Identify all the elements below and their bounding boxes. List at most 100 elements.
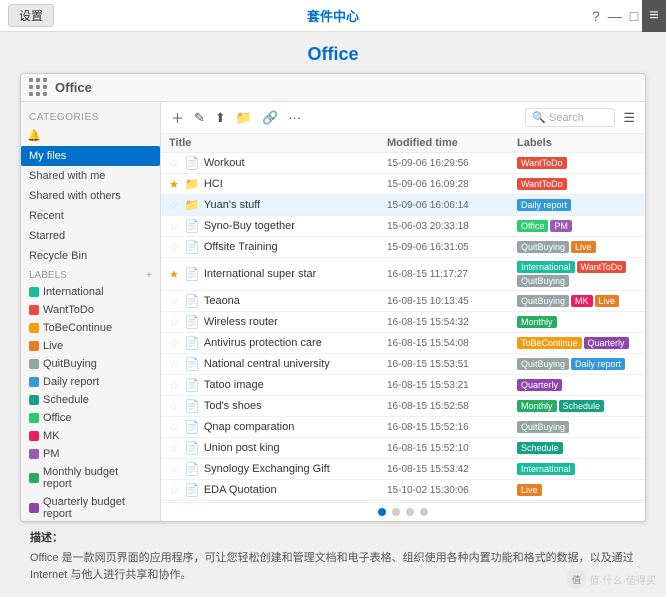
upload2-icon[interactable]: ⬆ bbox=[213, 108, 228, 128]
minimize-icon[interactable]: — bbox=[608, 8, 622, 24]
label-color-dot bbox=[29, 377, 39, 387]
star-icon: ☆ bbox=[169, 463, 179, 476]
add-label-button[interactable]: + bbox=[146, 270, 152, 281]
folder-icon[interactable]: 📁 bbox=[234, 108, 254, 128]
table-row[interactable]: ☆ 📄 Offsite Training 15-09-06 16:31:05 Q… bbox=[161, 237, 645, 258]
sidebar-label-mk[interactable]: MK bbox=[21, 427, 160, 445]
file-tag: QuitBuying bbox=[517, 358, 569, 370]
file-name: Tod's shoes bbox=[204, 400, 262, 412]
sidebar-item-recycle-bin[interactable]: Recycle Bin bbox=[21, 246, 160, 266]
file-labels: International bbox=[517, 463, 637, 475]
description-title: 描述： bbox=[30, 530, 636, 548]
file-name: Offsite Training bbox=[204, 241, 278, 253]
file-labels: QuitBuying bbox=[517, 421, 637, 433]
office-window: Office CATEGORIES 🔔 My files Shared with… bbox=[20, 73, 646, 522]
folder-icon: 📁 bbox=[185, 177, 200, 191]
sidebar-item-recent[interactable]: Recent bbox=[21, 206, 160, 226]
file-labels: WantToDo bbox=[517, 178, 637, 190]
file-modified-time: 15-09-06 16:09:28 bbox=[387, 179, 517, 190]
file-modified-time: 16-08-15 15:52:58 bbox=[387, 401, 517, 412]
sidebar-labels-list: International WantToDo ToBeContinue Live… bbox=[21, 283, 160, 521]
header-title: Title bbox=[169, 137, 387, 149]
table-row[interactable]: ☆ 📁 Yuan's stuff 15-09-06 16:06:14 Daily… bbox=[161, 195, 645, 216]
file-modified-time: 15-09-06 16:06:14 bbox=[387, 200, 517, 211]
sidebar-label-pm[interactable]: PM bbox=[21, 445, 160, 463]
sidebar-label-quarterly[interactable]: Quarterly budget report bbox=[21, 493, 160, 521]
sidebar-item-starred[interactable]: Starred bbox=[21, 226, 160, 246]
table-row[interactable]: ☆ 📄 Teaona 16-08-15 10:13:45 QuitBuyingM… bbox=[161, 291, 645, 312]
file-tag: International bbox=[517, 261, 575, 273]
sidebar-label-schedule[interactable]: Schedule bbox=[21, 391, 160, 409]
label-name: MK bbox=[43, 430, 148, 442]
sidebar-label-tobecontinue[interactable]: ToBeContinue bbox=[21, 319, 160, 337]
sidebar-label-monthly[interactable]: Monthly budget report bbox=[21, 463, 160, 493]
file-icon: 📄 bbox=[185, 267, 200, 281]
file-name-cell: ☆ 📄 Tatoo image bbox=[169, 378, 387, 392]
file-name-cell: ★ 📁 HCI bbox=[169, 177, 387, 191]
labels-section-label: LABELS bbox=[29, 270, 67, 281]
file-icon: 📄 bbox=[185, 462, 200, 476]
sidebar-label-office[interactable]: Office bbox=[21, 409, 160, 427]
table-row[interactable]: ☆ 📄 Synology Exchanging Gift 16-08-15 15… bbox=[161, 459, 645, 480]
settings-button[interactable]: 设置 bbox=[8, 4, 54, 27]
pagination-dot-0[interactable] bbox=[378, 508, 386, 516]
table-row[interactable]: ☆ 📄 National central university 16-08-15… bbox=[161, 354, 645, 375]
table-row[interactable]: ★ 📄 International super star 16-08-15 11… bbox=[161, 258, 645, 291]
maximize-icon[interactable]: □ bbox=[630, 8, 638, 24]
my-files-label: My files bbox=[29, 150, 66, 162]
share-icon[interactable]: 🔗 bbox=[260, 108, 280, 128]
more-icon[interactable]: ··· bbox=[286, 108, 303, 127]
table-row[interactable]: ☆ 📄 Wireless router 16-08-15 15:54:32 Mo… bbox=[161, 312, 645, 333]
sidebar-label-live[interactable]: Live bbox=[21, 337, 160, 355]
file-tag: Live bbox=[517, 484, 542, 496]
file-icon: 📄 bbox=[185, 294, 200, 308]
table-row[interactable]: ★ 📁 HCI 15-09-06 16:09:28 WantToDo bbox=[161, 174, 645, 195]
shared-with-others-label: Shared with others bbox=[29, 190, 121, 202]
table-row[interactable]: ☆ 📄 Union post king 16-08-15 15:52:10 Sc… bbox=[161, 438, 645, 459]
file-tag: QuitBuying bbox=[517, 275, 569, 287]
sidebar-item-shared-with-me[interactable]: Shared with me bbox=[21, 166, 160, 186]
star-icon: ☆ bbox=[169, 241, 179, 254]
upload-icon[interactable]: ✎ bbox=[192, 108, 207, 128]
sidebar-label-daily-report[interactable]: Daily report bbox=[21, 373, 160, 391]
label-color-dot bbox=[29, 305, 39, 315]
menu-icon[interactable]: ≡ bbox=[642, 0, 666, 32]
search-placeholder: Search bbox=[549, 112, 584, 124]
pagination-dot-2[interactable] bbox=[406, 508, 414, 516]
table-row[interactable]: ☆ 📄 EDA Quotation 15-10-02 15:30:06 Live bbox=[161, 480, 645, 501]
add-icon[interactable]: ＋ bbox=[169, 106, 186, 129]
file-modified-time: 16-08-15 15:54:32 bbox=[387, 317, 517, 328]
pagination-dot-1[interactable] bbox=[392, 508, 400, 516]
label-name: Daily report bbox=[43, 376, 148, 388]
grid-view-icon[interactable]: ☰ bbox=[621, 108, 637, 128]
star-icon: ☆ bbox=[169, 379, 179, 392]
star-icon: ☆ bbox=[169, 442, 179, 455]
file-tag: ToBeContinue bbox=[517, 337, 582, 349]
pagination-dot-3[interactable] bbox=[420, 508, 428, 516]
starred-label: Starred bbox=[29, 230, 65, 242]
table-row[interactable]: ☆ 📄 Antivirus protection care 16-08-15 1… bbox=[161, 333, 645, 354]
help-icon[interactable]: ? bbox=[592, 8, 600, 24]
star-icon: ☆ bbox=[169, 337, 179, 350]
file-area: ＋ ✎ ⬆ 📁 🔗 ··· 🔍 Search ☰ bbox=[161, 102, 645, 521]
search-box[interactable]: 🔍 Search bbox=[525, 108, 615, 127]
sidebar-label-wanttodo[interactable]: WantToDo bbox=[21, 301, 160, 319]
apps-grid-icon bbox=[29, 78, 49, 98]
table-row[interactable]: ☆ 📄 Qnap comparation 16-08-15 15:52:16 Q… bbox=[161, 417, 645, 438]
table-row[interactable]: ☆ 📄 Workout 15-09-06 16:29:56 WantToDo bbox=[161, 153, 645, 174]
sidebar-item-shared-with-others[interactable]: Shared with others bbox=[21, 186, 160, 206]
file-labels: Monthly bbox=[517, 316, 637, 328]
file-modified-time: 16-08-15 11:17:27 bbox=[387, 269, 517, 280]
recent-label: Recent bbox=[29, 210, 64, 222]
file-modified-time: 15-09-06 16:29:56 bbox=[387, 158, 517, 169]
file-name-cell: ☆ 📄 Offsite Training bbox=[169, 240, 387, 254]
sidebar-label-quitting[interactable]: QuitBuying bbox=[21, 355, 160, 373]
table-row[interactable]: ☆ 📄 Tatoo image 16-08-15 15:53:21 Quarte… bbox=[161, 375, 645, 396]
sidebar-label-international[interactable]: International bbox=[21, 283, 160, 301]
sidebar-item-my-files[interactable]: My files bbox=[21, 146, 160, 166]
window-title: Office bbox=[55, 80, 92, 95]
sidebar: CATEGORIES 🔔 My files Shared with me Sha… bbox=[21, 102, 161, 521]
table-row[interactable]: ☆ 📄 Syno-Buy together 15-06-03 20:33:18 … bbox=[161, 216, 645, 237]
table-row[interactable]: ☆ 📄 Tod's shoes 16-08-15 15:52:58 Monthl… bbox=[161, 396, 645, 417]
label-name: Office bbox=[43, 412, 148, 424]
